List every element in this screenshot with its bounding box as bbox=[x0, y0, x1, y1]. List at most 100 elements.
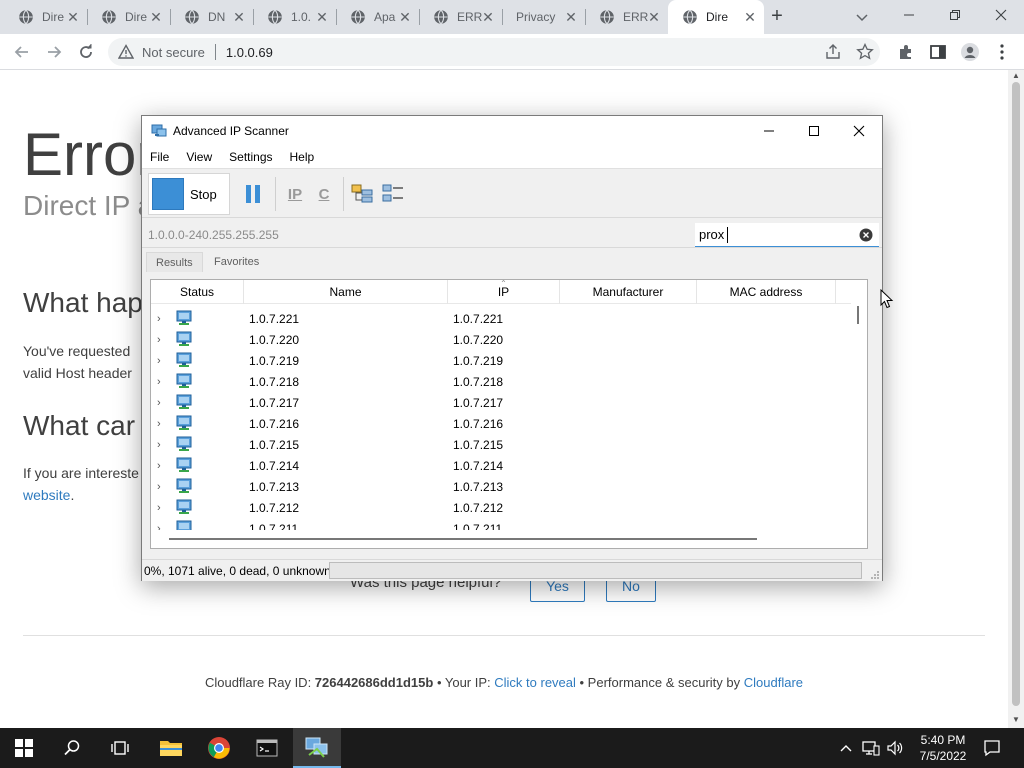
taskbar-ip-scanner[interactable] bbox=[293, 728, 341, 768]
column-status[interactable]: Status bbox=[151, 280, 244, 304]
browser-tab[interactable]: 1.0. ✕ bbox=[253, 0, 336, 34]
clear-search-icon[interactable] bbox=[859, 228, 873, 242]
table-row[interactable]: › 1.0.7.215 1.0.7.215 bbox=[151, 435, 851, 456]
tab-close-icon[interactable]: ✕ bbox=[480, 9, 496, 25]
expand-chevron-icon[interactable]: › bbox=[157, 333, 167, 347]
network-icon[interactable] bbox=[861, 738, 881, 758]
page-scrollbar[interactable]: ▲ ▼ bbox=[1008, 70, 1024, 728]
search-input[interactable]: prox bbox=[695, 223, 879, 247]
start-button[interactable] bbox=[0, 728, 48, 768]
results-vertical-scrollbar[interactable] bbox=[851, 304, 867, 530]
taskbar-clock[interactable]: 5:40 PM 7/5/2022 bbox=[910, 732, 976, 764]
table-row[interactable]: › 1.0.7.216 1.0.7.216 bbox=[151, 414, 851, 435]
results-horizontal-scrollbar[interactable] bbox=[151, 530, 867, 548]
tab-search-icon[interactable] bbox=[852, 7, 872, 27]
table-row[interactable]: › 1.0.7.221 1.0.7.221 bbox=[151, 309, 851, 330]
volume-icon[interactable] bbox=[885, 738, 905, 758]
results-hscroll-thumb[interactable] bbox=[169, 538, 757, 540]
browser-tab[interactable]: DN ✕ bbox=[170, 0, 253, 34]
cloudflare-link[interactable]: Cloudflare bbox=[744, 675, 803, 690]
taskbar-file-explorer[interactable] bbox=[147, 728, 195, 768]
browser-tab[interactable]: Apa ✕ bbox=[336, 0, 419, 34]
scanner-close-button[interactable] bbox=[836, 116, 882, 146]
table-row[interactable]: › 1.0.7.217 1.0.7.217 bbox=[151, 393, 851, 414]
c-subnet-button[interactable]: C bbox=[311, 181, 337, 207]
tab-close-icon[interactable]: ✕ bbox=[231, 9, 247, 25]
expand-chevron-icon[interactable]: › bbox=[157, 312, 167, 326]
browser-minimize-button[interactable] bbox=[886, 0, 932, 30]
expand-chevron-icon[interactable]: › bbox=[157, 354, 167, 368]
more-menu-icon[interactable] bbox=[992, 42, 1012, 62]
expand-chevron-icon[interactable]: › bbox=[157, 375, 167, 389]
expand-chevron-icon[interactable]: › bbox=[157, 459, 167, 473]
expand-chevron-icon[interactable]: › bbox=[157, 417, 167, 431]
action-center-icon[interactable] bbox=[982, 738, 1002, 758]
ip-subnet-button[interactable]: IP bbox=[282, 181, 308, 207]
expand-chevron-icon[interactable]: › bbox=[157, 480, 167, 494]
task-view-button[interactable] bbox=[96, 728, 144, 768]
browser-tab[interactable]: Dire ✕ bbox=[87, 0, 170, 34]
browser-tab[interactable]: Dire ✕ bbox=[4, 0, 87, 34]
expand-all-icon[interactable] bbox=[349, 181, 375, 207]
browser-close-button[interactable] bbox=[978, 0, 1024, 30]
table-row[interactable]: › 1.0.7.212 1.0.7.212 bbox=[151, 498, 851, 519]
taskbar-terminal[interactable] bbox=[243, 728, 291, 768]
stop-scan-button[interactable]: Stop bbox=[148, 173, 230, 215]
results-vscroll-thumb[interactable] bbox=[857, 306, 859, 324]
tab-close-icon[interactable]: ✕ bbox=[148, 9, 164, 25]
url-text[interactable]: 1.0.0.69 bbox=[226, 45, 273, 60]
tab-close-icon[interactable]: ✕ bbox=[563, 9, 579, 25]
profile-avatar-icon[interactable] bbox=[960, 42, 980, 62]
table-row[interactable]: › 1.0.7.214 1.0.7.214 bbox=[151, 456, 851, 477]
new-tab-button[interactable]: + bbox=[766, 6, 788, 28]
taskbar-chrome[interactable] bbox=[195, 728, 243, 768]
browser-tab[interactable]: Privacy ✕ bbox=[502, 0, 585, 34]
scroll-down-arrow-icon[interactable]: ▼ bbox=[1012, 716, 1020, 724]
menu-settings[interactable]: Settings bbox=[229, 150, 272, 164]
column-name[interactable]: Name bbox=[244, 280, 448, 304]
table-row[interactable]: › 1.0.7.213 1.0.7.213 bbox=[151, 477, 851, 498]
table-row[interactable]: › 1.0.7.218 1.0.7.218 bbox=[151, 372, 851, 393]
resize-grip-icon[interactable] bbox=[870, 570, 880, 580]
scanner-minimize-button[interactable] bbox=[746, 116, 792, 146]
menu-view[interactable]: View bbox=[186, 150, 212, 164]
table-row[interactable]: › 1.0.7.219 1.0.7.219 bbox=[151, 351, 851, 372]
tab-results[interactable]: Results bbox=[146, 252, 203, 272]
column-ip[interactable]: ⌃ IP bbox=[448, 280, 560, 304]
reload-icon[interactable] bbox=[74, 40, 98, 64]
tab-favorites[interactable]: Favorites bbox=[205, 252, 268, 272]
tab-close-icon[interactable]: ✕ bbox=[397, 9, 413, 25]
extensions-puzzle-icon[interactable] bbox=[896, 42, 916, 62]
side-panel-icon[interactable] bbox=[928, 42, 948, 62]
column-mac-address[interactable]: MAC address bbox=[697, 280, 836, 304]
browser-restore-button[interactable] bbox=[932, 0, 978, 30]
scanner-titlebar[interactable]: Advanced IP Scanner bbox=[142, 116, 882, 146]
scroll-up-arrow-icon[interactable]: ▲ bbox=[1012, 72, 1020, 80]
tab-close-icon[interactable]: ✕ bbox=[65, 9, 81, 25]
browser-tab[interactable]: Dire ✕ bbox=[668, 0, 764, 34]
scanner-maximize-button[interactable] bbox=[791, 116, 837, 146]
expand-chevron-icon[interactable]: › bbox=[157, 501, 167, 515]
bookmark-star-icon[interactable] bbox=[856, 43, 874, 61]
taskbar-search-button[interactable] bbox=[48, 728, 96, 768]
expand-chevron-icon[interactable]: › bbox=[157, 396, 167, 410]
column-manufacturer[interactable]: Manufacturer bbox=[560, 280, 697, 304]
forward-arrow-icon[interactable] bbox=[42, 40, 66, 64]
reveal-ip-link[interactable]: Click to reveal bbox=[494, 675, 576, 690]
website-link[interactable]: website bbox=[23, 487, 70, 503]
tab-close-icon[interactable]: ✕ bbox=[742, 9, 758, 25]
tab-close-icon[interactable]: ✕ bbox=[314, 9, 330, 25]
menu-file[interactable]: File bbox=[150, 150, 169, 164]
page-scroll-thumb[interactable] bbox=[1012, 82, 1020, 706]
pause-icon[interactable] bbox=[240, 181, 266, 207]
tray-overflow-chevron-icon[interactable] bbox=[836, 738, 856, 758]
expand-chevron-icon[interactable]: › bbox=[157, 438, 167, 452]
browser-tab[interactable]: ERR ✕ bbox=[585, 0, 668, 34]
tab-close-icon[interactable]: ✕ bbox=[646, 9, 662, 25]
address-bar[interactable]: Not secure 1.0.0.69 bbox=[108, 38, 880, 66]
share-icon[interactable] bbox=[824, 43, 842, 61]
collapse-all-icon[interactable] bbox=[380, 181, 406, 207]
table-row[interactable]: › 1.0.7.220 1.0.7.220 bbox=[151, 330, 851, 351]
menu-help[interactable]: Help bbox=[290, 150, 315, 164]
ip-range-input[interactable]: 1.0.0.0-240.255.255.255 bbox=[148, 224, 688, 246]
